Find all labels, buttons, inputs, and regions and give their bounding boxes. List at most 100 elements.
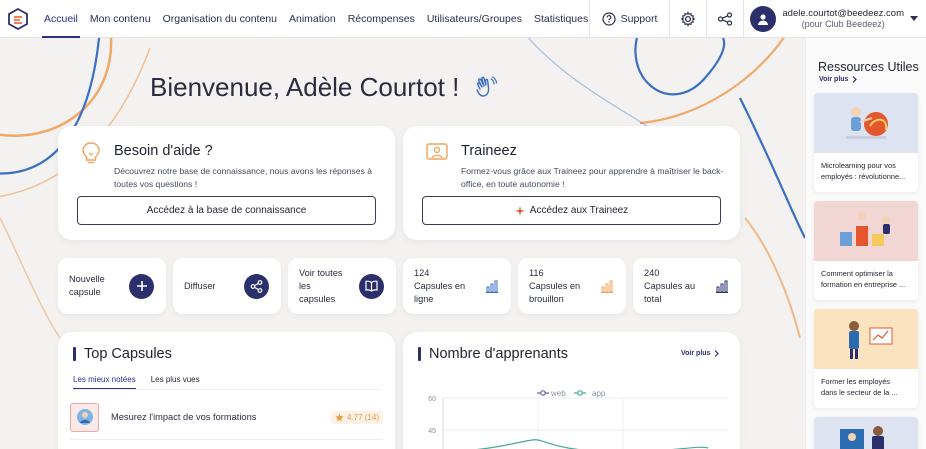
gear-icon — [680, 11, 696, 27]
nav-animation[interactable]: Animation — [283, 0, 342, 38]
user-menu[interactable]: adele.courtot@beedeez.com (pour Club Bee… — [743, 0, 926, 38]
resource-card[interactable]: Comment optimiser la formation en entrep… — [814, 201, 918, 300]
caret-down-icon — [910, 16, 918, 21]
support-button[interactable]: Support — [588, 0, 670, 38]
online-capsules-tile[interactable]: 124 Capsules en ligne — [403, 258, 511, 314]
capsule-row[interactable]: Mesurez l'impact de vos formations 4.77 … — [70, 402, 383, 432]
learners-heading: Nombre d'apprenants — [418, 346, 568, 362]
resource-text-line2: formation en entreprise ... — [821, 280, 906, 289]
resource-illustration — [814, 201, 918, 261]
welcome-title: Bienvenue, Adèle Courtot ! — [150, 72, 460, 102]
draft-capsules-label-line2: brouillon — [529, 293, 564, 304]
online-capsules-count: 124 — [414, 267, 430, 278]
total-capsules-label-line1: Capsules au — [644, 280, 696, 291]
draft-capsules-label-line1: Capsules en — [529, 280, 581, 291]
capsule-rating-value: 4.77 (14) — [346, 412, 379, 422]
knowledge-base-button-label: Accédez à la base de connaissance — [146, 205, 307, 216]
section-marker — [418, 347, 421, 361]
learners-see-more-link[interactable]: Voir plus — [681, 350, 720, 357]
new-capsule-label-line2: capsule — [69, 287, 101, 297]
traineez-card-title: Traineez — [461, 143, 517, 159]
nav-organisation[interactable]: Organisation du contenu — [157, 0, 283, 38]
waving-hand-icon — [476, 75, 498, 97]
online-capsules-label-line1: Capsules en — [414, 280, 466, 291]
plus-button[interactable] — [129, 273, 154, 299]
nav-utilisateurs[interactable]: Utilisateurs/Groupes — [421, 0, 528, 38]
online-capsules-label-line2: ligne — [414, 293, 434, 304]
book-button[interactable] — [359, 273, 384, 299]
all-capsules-tile[interactable]: Voir toutes les capsules — [288, 258, 396, 314]
new-capsule-label: Nouvelle capsule — [69, 273, 105, 299]
capsule-rating: 4.77 (14) — [330, 410, 383, 424]
draft-capsules-label: 116 Capsules en brouillon — [529, 267, 580, 306]
draft-capsules-tile[interactable]: 116 Capsules en brouillon — [518, 258, 626, 314]
learners-title: Nombre d'apprenants — [429, 346, 568, 362]
total-capsules-tile[interactable]: 240 Capsules au total — [633, 258, 741, 314]
star-icon — [335, 412, 344, 421]
book-icon — [365, 280, 378, 292]
resources-panel: Ressources Utiles Voir plus Microlearnin… — [805, 38, 926, 449]
nav-accueil[interactable]: Accueil — [38, 0, 84, 38]
total-capsules-label-line2: total — [644, 293, 662, 304]
knowledge-base-button[interactable]: Accédez à la base de connaissance — [77, 196, 376, 225]
resources-see-more-link[interactable]: Voir plus — [819, 76, 858, 83]
resource-text: Microlearning pour vos employés : révolu… — [814, 153, 918, 182]
resource-card[interactable] — [814, 417, 918, 449]
bar-chart-icon — [716, 280, 728, 293]
all-capsules-label: Voir toutes les capsules — [299, 267, 342, 306]
user-email: adele.courtot@beedeez.com — [782, 8, 904, 19]
user-org: (pour Club Beedeez) — [801, 19, 885, 29]
resource-illustration — [814, 93, 918, 153]
total-capsules-count: 240 — [644, 267, 660, 278]
row-divider — [70, 439, 383, 440]
top-bar: Accueil Mon contenu Organisation du cont… — [0, 0, 926, 38]
resource-text: Comment optimiser la formation en entrep… — [814, 261, 918, 290]
tab-most-viewed[interactable]: Les plus vues — [151, 375, 200, 389]
resources-see-more-label: Voir plus — [819, 76, 849, 83]
chevron-right-icon — [715, 350, 720, 357]
beedeez-logo[interactable] — [4, 5, 32, 33]
traineez-button-label: Accédez aux Traineez — [529, 205, 629, 216]
nav-recompenses[interactable]: Récompenses — [342, 0, 421, 38]
all-capsules-label-line1: Voir toutes — [299, 267, 343, 278]
plus-icon — [136, 281, 147, 291]
online-capsules-label: 124 Capsules en ligne — [414, 267, 465, 306]
legend-web: web — [537, 389, 566, 398]
resource-card[interactable]: Microlearning pour vos employés : révolu… — [814, 93, 918, 192]
nav-statistiques[interactable]: Statistiques — [528, 0, 594, 38]
new-capsule-tile[interactable]: Nouvelle capsule — [58, 258, 166, 314]
user-icon — [758, 14, 769, 25]
chevron-right-icon — [853, 76, 858, 83]
resource-card[interactable]: Former les employés dans le secteur de l… — [814, 309, 918, 408]
help-card: Besoin d'aide ? Découvrez notre base de … — [58, 126, 395, 240]
traineez-button[interactable]: Accédez aux Traineez — [422, 196, 721, 225]
legend-web-label: web — [550, 389, 566, 398]
resource-text-line2: dans le secteur de la ... — [821, 388, 898, 397]
resource-image — [840, 212, 890, 246]
lightbulb-icon — [82, 142, 100, 164]
legend-app-label: app — [592, 389, 606, 398]
resource-image — [846, 107, 888, 139]
help-circle-icon — [602, 12, 616, 26]
resources-title: Ressources Utiles — [818, 60, 919, 74]
share-button[interactable] — [244, 273, 269, 299]
learners-see-more-label: Voir plus — [681, 350, 711, 357]
settings-button[interactable] — [669, 0, 706, 38]
capsule-name: Mesurez l'impact de vos formations — [111, 412, 257, 422]
top-capsules-heading: Top Capsules — [73, 346, 172, 362]
draft-capsules-count: 116 — [529, 267, 544, 278]
new-capsule-label-line1: Nouvelle — [69, 274, 105, 284]
section-marker — [73, 347, 76, 361]
help-card-description: Découvrez notre base de connaissance, no… — [114, 166, 372, 189]
traineez-card: Traineez Formez-vous grâce aux Traineez … — [403, 126, 740, 240]
legend-app: app — [574, 389, 606, 398]
tab-best-rated[interactable]: Les mieux notées — [73, 375, 136, 389]
support-label: Support — [620, 13, 658, 25]
resource-text-line1: Comment optimiser la — [821, 269, 893, 278]
bar-chart-icon — [486, 280, 498, 293]
main-nav: Accueil Mon contenu Organisation du cont… — [38, 0, 594, 38]
capsule-illustration-icon — [76, 409, 93, 425]
diffuser-tile[interactable]: Diffuser — [173, 258, 281, 314]
nav-mon-contenu[interactable]: Mon contenu — [84, 0, 157, 38]
network-button[interactable] — [706, 0, 743, 38]
